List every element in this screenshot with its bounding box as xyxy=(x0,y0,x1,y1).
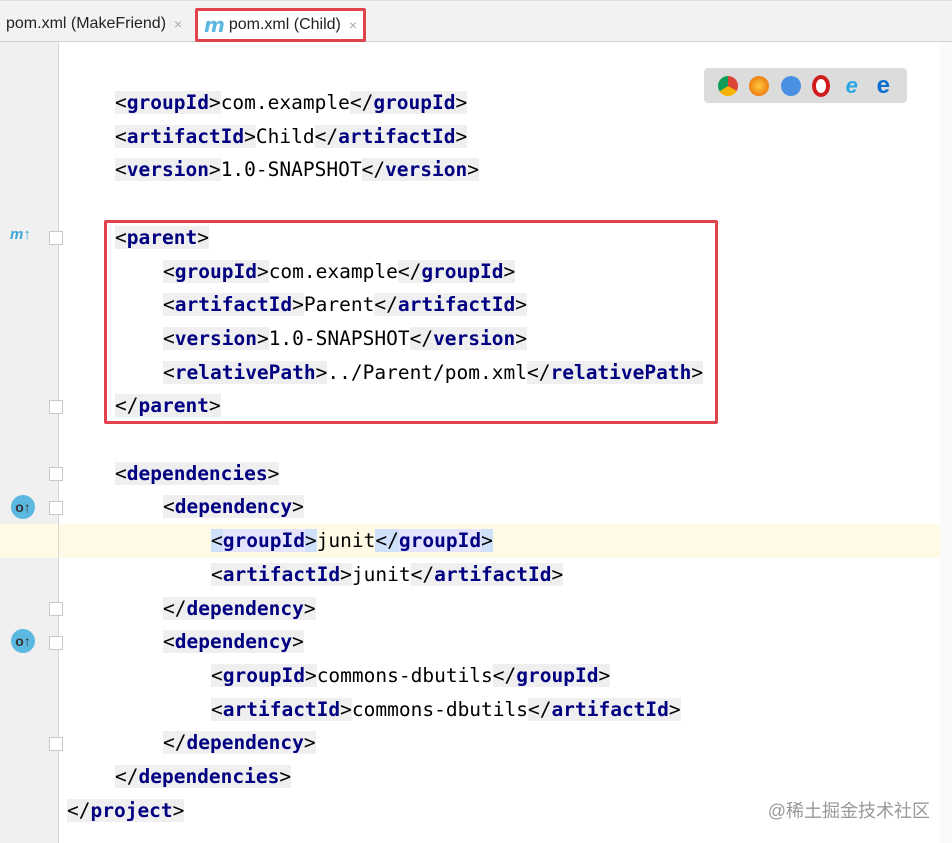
xml-tag: <dependencies> xyxy=(115,461,280,485)
xml-tag: <dependency> xyxy=(163,630,304,654)
caret-row-gutter xyxy=(0,524,58,558)
code-line: <dependency> xyxy=(163,493,304,521)
code-line: <dependency> xyxy=(163,628,304,656)
xml-tag: </dependency> xyxy=(163,731,316,755)
xml-text: Child xyxy=(255,124,315,148)
xml-tag: </dependency> xyxy=(163,596,316,620)
code-line: </dependency> xyxy=(163,595,316,623)
tab-pom-child[interactable]: m pom.xml (Child) × xyxy=(195,8,367,42)
fold-marker[interactable] xyxy=(49,467,63,481)
xml-tag: </dependencies> xyxy=(115,765,292,788)
xml-tag: </project> xyxy=(67,798,185,822)
browser-preview-bar: e e xyxy=(704,68,907,103)
xml-text: commons-dbutils xyxy=(351,697,529,721)
code-line: <artifactId>commons-dbutils</artifactId> xyxy=(211,696,681,724)
tab-label: pom.xml (Child) xyxy=(228,16,341,33)
xml-tag: <groupId> xyxy=(115,91,221,114)
xml-text: com.example xyxy=(220,91,350,114)
code-editor[interactable]: <groupId>com.example</groupId> <artifactI… xyxy=(59,42,952,843)
fold-marker[interactable] xyxy=(49,501,63,515)
fold-marker[interactable] xyxy=(49,602,63,616)
parent-pom-gutter-icon[interactable]: m↑ xyxy=(10,226,31,243)
tab-pom-makefriend[interactable]: pom.xml (MakeFriend) × xyxy=(0,9,188,39)
xml-tag: </groupId> xyxy=(492,663,611,687)
maven-icon: m xyxy=(204,13,225,37)
scrollbar[interactable] xyxy=(940,42,952,843)
xml-text: commons-dbutils xyxy=(316,663,493,687)
close-icon[interactable]: × xyxy=(349,17,357,33)
fold-marker[interactable] xyxy=(49,737,63,751)
chrome-icon[interactable] xyxy=(717,75,738,96)
safari-icon[interactable] xyxy=(780,75,801,96)
xml-tag: </artifactId> xyxy=(528,697,681,721)
xml-tag: <groupId> xyxy=(211,529,317,553)
close-icon[interactable]: × xyxy=(174,16,182,32)
firefox-icon[interactable] xyxy=(749,75,770,96)
xml-tag: </artifactId> xyxy=(314,124,468,148)
xml-tag: <artifactId> xyxy=(211,562,352,586)
editor-tabs: pom.xml (MakeFriend) × m pom.xml (Child) × xyxy=(0,0,952,42)
code-line: </dependencies> xyxy=(115,763,292,791)
code-line: <version>1.0-SNAPSHOT</version> xyxy=(115,156,479,184)
code-line: <dependencies> xyxy=(115,460,280,488)
code-line: <groupId>commons-dbutils</groupId> xyxy=(211,662,611,690)
maven-parent-icon: m↑ xyxy=(10,226,31,243)
xml-tag: </artifactId> xyxy=(410,562,564,586)
fold-marker[interactable] xyxy=(49,400,63,414)
xml-text: 1.0-SNAPSHOT xyxy=(220,158,362,182)
xml-tag: <dependency> xyxy=(163,495,304,519)
override-gutter-icon[interactable]: o↑ xyxy=(11,629,35,653)
annotation-box xyxy=(104,220,718,424)
code-line: <groupId>junit</groupId> xyxy=(211,527,493,555)
xml-text: junit xyxy=(351,562,411,586)
code-line: <artifactId>Child</artifactId> xyxy=(115,123,468,151)
xml-tag: <artifactId> xyxy=(211,697,352,721)
xml-tag: <artifactId> xyxy=(115,124,256,148)
xml-tag: </groupId> xyxy=(349,91,468,114)
watermark: @稀土掘金技术社区 xyxy=(767,801,930,821)
override-gutter-icon[interactable]: o↑ xyxy=(11,495,35,519)
ie-icon[interactable]: e xyxy=(842,73,862,98)
fold-marker[interactable] xyxy=(49,231,63,245)
code-line: </project> xyxy=(67,797,185,825)
xml-text: junit xyxy=(316,529,376,553)
xml-tag: </version> xyxy=(361,158,479,182)
edge-icon[interactable]: e xyxy=(873,72,893,99)
xml-tag: </groupId> xyxy=(375,529,493,553)
tab-label: pom.xml (MakeFriend) xyxy=(6,15,167,32)
code-line: <groupId>com.example</groupId> xyxy=(115,89,468,117)
gutter xyxy=(0,42,59,843)
xml-tag: <version> xyxy=(115,158,221,182)
fold-marker[interactable] xyxy=(49,636,63,650)
caret-row-highlight xyxy=(59,524,952,558)
code-line: </dependency> xyxy=(163,729,316,757)
xml-tag: <groupId> xyxy=(211,663,317,687)
opera-icon[interactable] xyxy=(812,74,831,97)
code-line: <artifactId>junit</artifactId> xyxy=(211,561,564,589)
